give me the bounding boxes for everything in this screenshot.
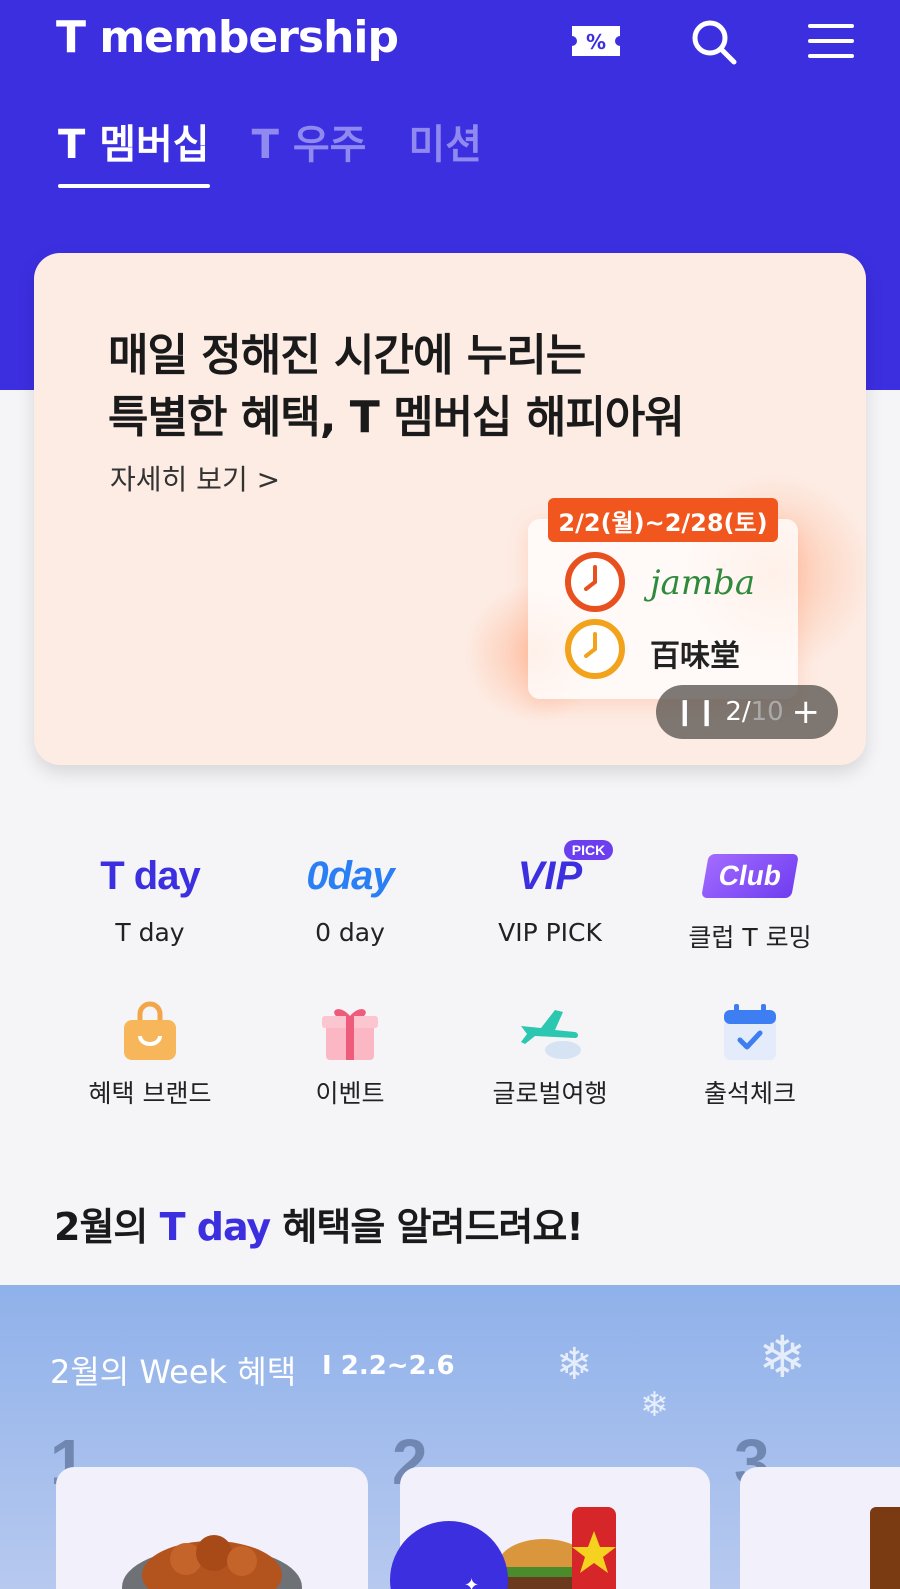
week-benefits-panel: 2월의 Week 혜택 I 2.2~2.6 ❄ ❄ ❄ 1 2 3 ✦ <box>0 1285 900 1589</box>
week-title: 2월의 Week 혜택 <box>50 1353 297 1391</box>
shopping-bag-icon <box>124 1001 176 1060</box>
section-title-accent: T day <box>159 1205 272 1249</box>
tmembership-logo[interactable]: T membership <box>56 12 399 63</box>
section-title-pre: 2월의 <box>54 1205 160 1249</box>
banner-title-line1: 매일 정해진 시간에 누리는 <box>108 330 586 381</box>
shortcut-label: 0 day <box>315 918 385 947</box>
fried-chicken-image <box>122 1535 302 1589</box>
banner-more-link[interactable]: 자세히 보기 > <box>110 458 280 498</box>
shortcut-label: 이벤트 <box>315 1079 385 1108</box>
shortcut-global-travel[interactable]: 글로벌여행 <box>450 994 650 1110</box>
shortcut-grid: T day T day 0day 0 day VIP PICK VIP PICK … <box>50 838 850 1110</box>
baekmidang-logo: 百味堂 <box>650 639 740 674</box>
plus-icon[interactable]: + <box>792 692 821 732</box>
snowflake-icon: ❄ <box>758 1323 807 1391</box>
shortcut-label: 글로벌여행 <box>492 1079 608 1108</box>
tab-t-universe[interactable]: T 우주 <box>252 112 367 188</box>
vip-text: VIP <box>517 853 583 898</box>
banner-pager: ❙❙ 2/10 + <box>656 685 838 739</box>
shortcut-label: VIP PICK <box>498 918 602 947</box>
shortcut-label: 클럽 T 로밍 <box>688 923 812 952</box>
shortcut-label: 출석체크 <box>703 1079 796 1108</box>
pager-current: 2/ <box>725 697 751 727</box>
calendar-check-icon <box>724 1004 776 1060</box>
club-logo-icon: Club <box>701 854 799 898</box>
vip-pick-logo-icon: VIP PICK <box>517 839 614 899</box>
jamba-logo: jamba <box>650 563 756 603</box>
benefit-card[interactable] <box>740 1467 900 1589</box>
shortcut-label: 혜택 브랜드 <box>88 1079 212 1108</box>
svg-text:%: % <box>586 30 606 54</box>
date-badge: 2/2(월)~2/28(토) <box>548 498 778 542</box>
shortcut-oday[interactable]: 0day 0 day <box>250 838 450 954</box>
shortcut-attendance[interactable]: 출석체크 <box>650 994 850 1110</box>
promo-banner[interactable]: 매일 정해진 시간에 누리는 특별한 혜택, T 멤버십 해피아워 자세히 보기… <box>34 253 866 765</box>
clock-icon <box>565 552 625 612</box>
tday-section-title: 2월의 T day 혜택을 알려드려요! <box>54 1196 584 1251</box>
shortcut-event[interactable]: 이벤트 <box>250 994 450 1110</box>
top-tabs: T 멤버십 T 우주 미션 <box>58 112 482 188</box>
airplane-icon <box>521 1010 581 1059</box>
shortcut-club-roaming[interactable]: Club 클럽 T 로밍 <box>650 838 850 954</box>
tab-t-membership[interactable]: T 멤버십 <box>58 112 210 188</box>
oday-logo-icon: 0day <box>306 853 394 898</box>
search-icon[interactable] <box>690 18 738 66</box>
shortcut-benefit-brand[interactable]: 혜택 브랜드 <box>50 994 250 1110</box>
pager-total: 10 <box>750 697 784 727</box>
sparkle-icon: ✦ <box>464 1575 480 1589</box>
coupon-icon[interactable]: % <box>570 22 622 60</box>
menu-icon[interactable] <box>806 20 856 62</box>
banner-title-line2: 특별한 혜택, T 멤버십 해피아워 <box>108 392 685 443</box>
tday-logo-icon: T day <box>100 853 200 898</box>
clock-icon <box>565 619 625 679</box>
snowflake-icon: ❄ <box>556 1339 593 1390</box>
shortcut-vip-pick[interactable]: VIP PICK VIP PICK <box>450 838 650 954</box>
section-title-post: 혜택을 알려드려요! <box>270 1205 583 1249</box>
shortcut-label: T day <box>115 918 185 947</box>
drink-image <box>870 1507 900 1589</box>
week-range: I 2.2~2.6 <box>322 1351 455 1381</box>
tab-mission[interactable]: 미션 <box>408 112 482 188</box>
benefit-card[interactable] <box>56 1467 368 1589</box>
shortcut-tday[interactable]: T day T day <box>50 838 250 954</box>
pick-badge: PICK <box>563 839 614 860</box>
banner-title: 매일 정해진 시간에 누리는 특별한 혜택, T 멤버십 해피아워 <box>108 325 828 449</box>
pause-icon[interactable]: ❙❙ <box>674 697 718 727</box>
pager-count: 2/10 <box>725 697 783 727</box>
snowflake-icon: ❄ <box>640 1385 669 1425</box>
gift-icon <box>322 1009 378 1060</box>
